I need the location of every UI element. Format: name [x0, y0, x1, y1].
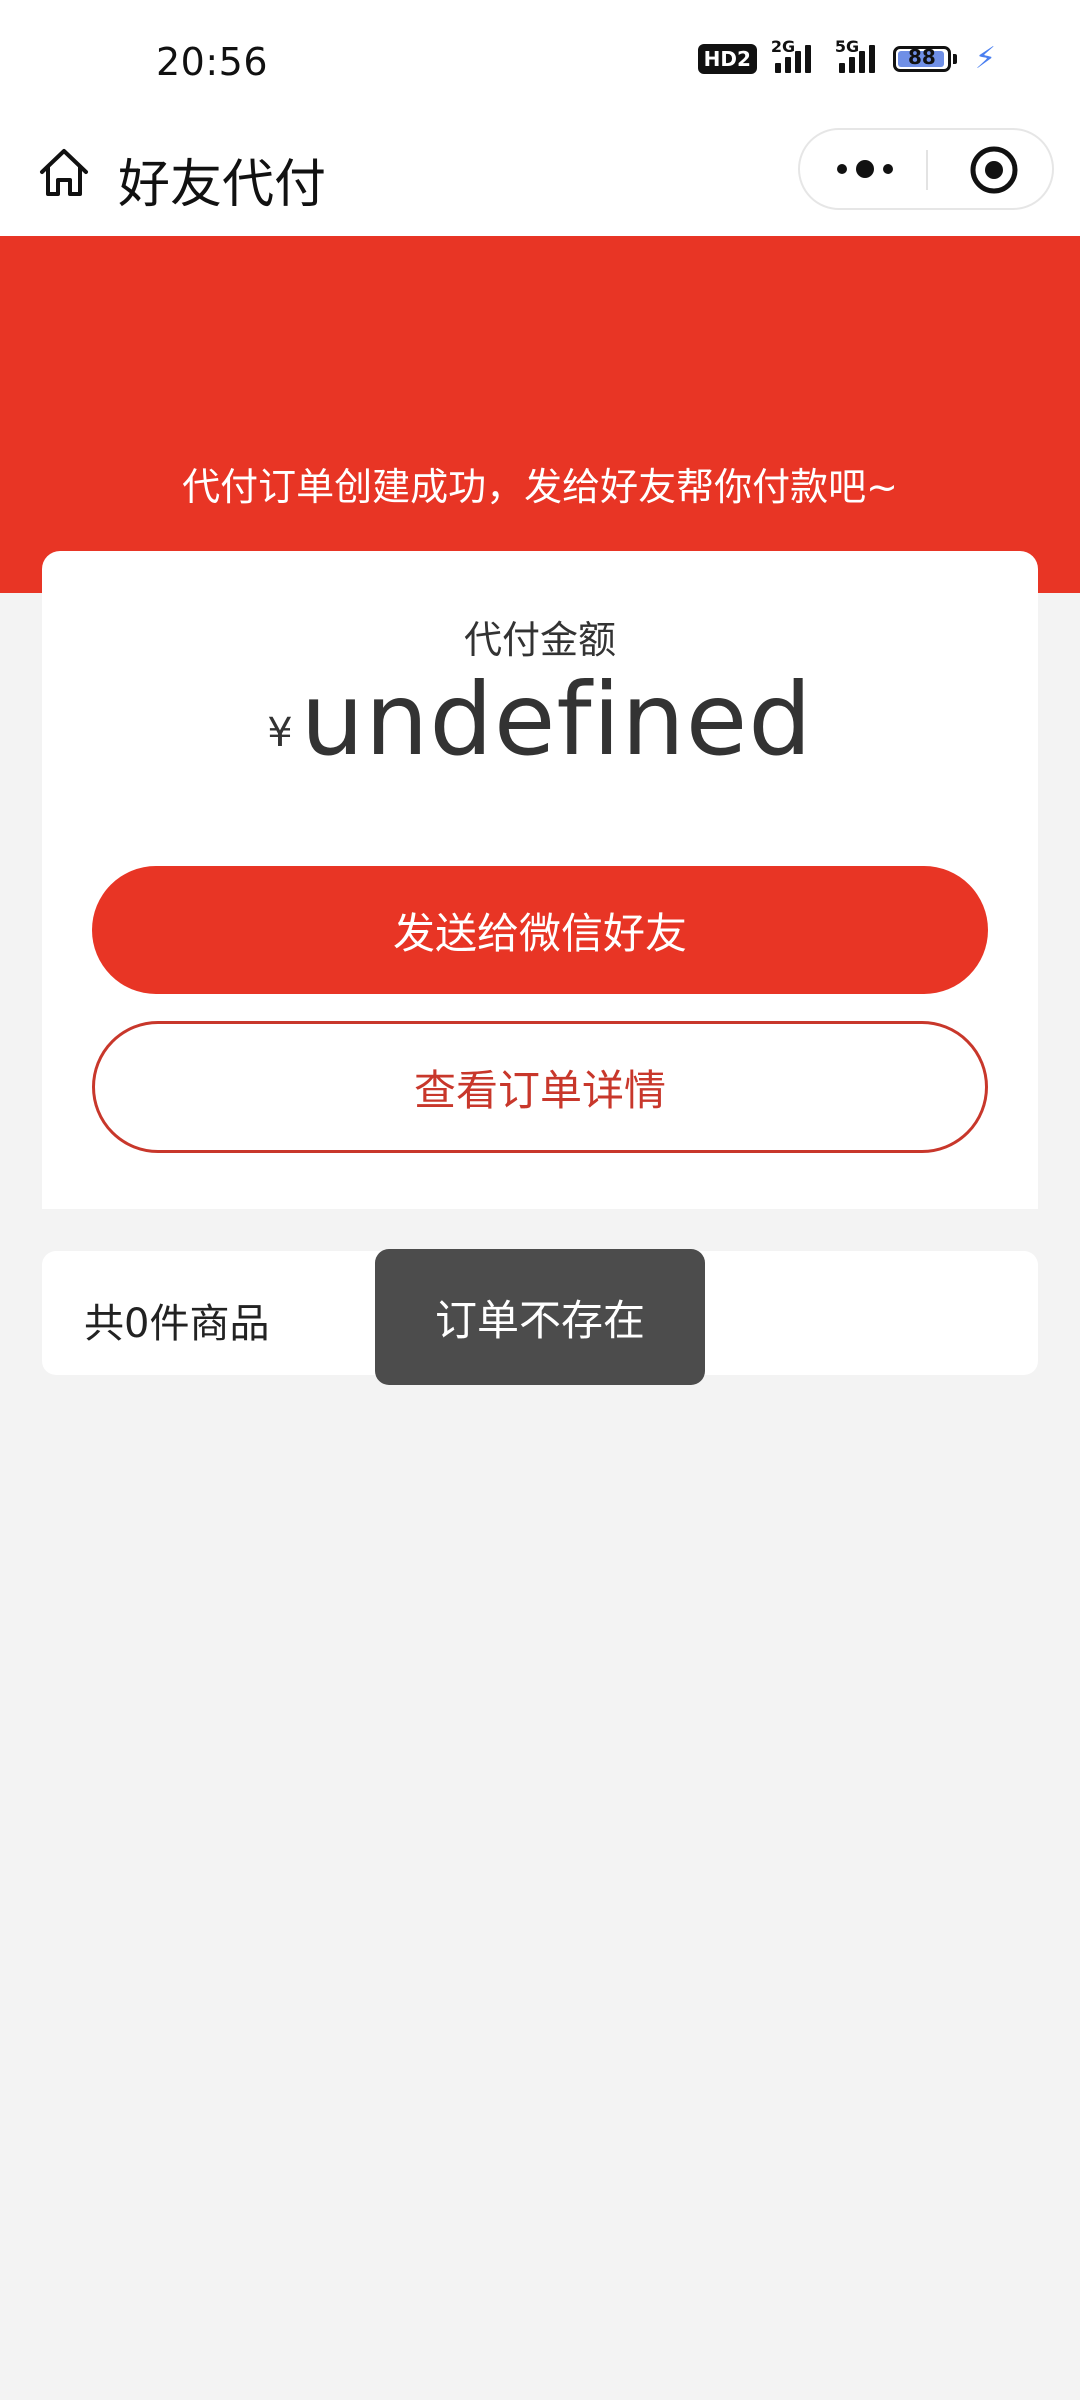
- network-label-2g: 2G: [770, 37, 796, 56]
- signal-bar: [774, 63, 781, 73]
- miniprogram-capsule: [798, 128, 1054, 210]
- amount-label: 代付金额: [463, 618, 616, 662]
- target-close-icon[interactable]: [968, 144, 1020, 196]
- signal-bar: [848, 57, 855, 73]
- send-to-wechat-friend-button[interactable]: 发送给微信好友: [92, 866, 988, 994]
- signal-bar: [858, 51, 865, 73]
- amount-value: undefined: [300, 661, 813, 778]
- hd-icon: HD2: [697, 44, 757, 74]
- more-dots-icon[interactable]: [820, 130, 910, 208]
- page-root: 20:56 HD2 2G 5G 88 ⚡ 好友代付 代付订单创建成功，发给好友帮…: [0, 0, 1080, 2400]
- success-banner: 代付订单创建成功，发给好友帮你付款吧~: [0, 236, 1080, 593]
- status-icons: HD2 2G 5G 88 ⚡: [697, 37, 996, 76]
- signal-icon: 2G: [771, 37, 811, 73]
- nav-bar: 好友代付: [0, 118, 1080, 236]
- signal-icon: 5G: [835, 37, 875, 73]
- network-label-5g: 5G: [834, 37, 860, 56]
- toast-message: 订单不存在: [375, 1249, 705, 1385]
- signal-bar: [868, 45, 875, 73]
- capsule-divider: [926, 150, 928, 190]
- status-bar: 20:56 HD2 2G 5G 88 ⚡: [0, 0, 1080, 118]
- signal-bar: [784, 57, 791, 73]
- home-icon[interactable]: [36, 144, 92, 200]
- goods-count: 共0件商品: [84, 1301, 270, 1347]
- signal-bar: [794, 51, 801, 73]
- battery-cap: [952, 54, 957, 64]
- view-order-details-button[interactable]: 查看订单详情: [92, 1021, 988, 1153]
- banner-message: 代付订单创建成功，发给好友帮你付款吧~: [182, 465, 898, 509]
- status-time: 20:56: [156, 40, 269, 84]
- page-title: 好友代付: [118, 155, 327, 215]
- amount-row: ¥undefined: [42, 661, 1038, 778]
- battery-level: 88: [908, 45, 936, 69]
- signal-bar: [804, 45, 811, 73]
- charging-icon: ⚡: [974, 41, 996, 76]
- battery-icon: 88: [892, 45, 951, 72]
- currency-symbol: ¥: [267, 710, 293, 756]
- signal-bar: [838, 63, 845, 73]
- amount-card: 代付金额 ¥undefined 发送给微信好友 查看订单详情: [42, 551, 1038, 1209]
